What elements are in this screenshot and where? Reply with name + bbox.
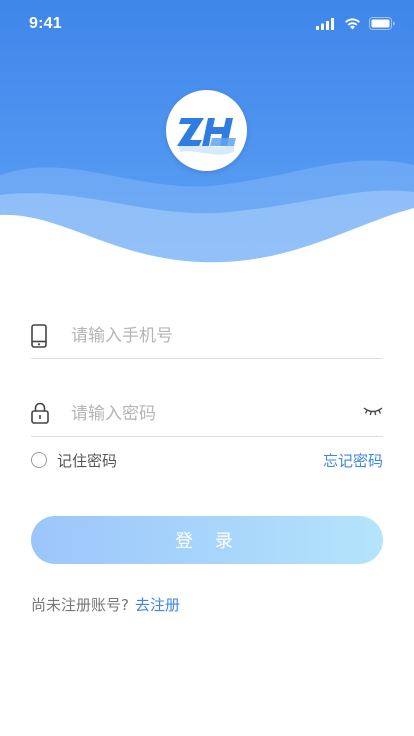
wifi-icon xyxy=(345,17,360,29)
battery-icon xyxy=(369,17,395,30)
remember-label[interactable]: 记住密码 xyxy=(57,450,117,471)
eye-closed-icon[interactable] xyxy=(363,407,383,416)
remember-radio[interactable] xyxy=(31,452,47,468)
password-input[interactable] xyxy=(69,398,363,430)
status-bar: 9:41 xyxy=(0,0,414,50)
register-link[interactable]: 去注册 xyxy=(135,596,180,614)
register-prompt: 尚未注册账号? xyxy=(31,596,129,614)
password-field xyxy=(31,390,383,437)
status-icons xyxy=(316,17,396,30)
phone-field xyxy=(31,312,383,359)
status-time: 9:41 xyxy=(29,15,62,32)
remember-row: 记住密码 忘记密码 xyxy=(31,448,383,474)
phone-input[interactable] xyxy=(69,320,363,352)
phone-icon xyxy=(31,324,47,348)
forgot-password-link[interactable]: 忘记密码 xyxy=(323,450,383,471)
header-banner: 9:41 xyxy=(0,0,414,270)
login-button[interactable]: 登 录 xyxy=(31,516,383,564)
lock-icon xyxy=(31,402,49,424)
zh-logo-icon xyxy=(177,118,236,155)
register-row: 尚未注册账号? 去注册 xyxy=(31,594,180,615)
signal-icon xyxy=(316,17,334,30)
app-logo xyxy=(166,90,247,171)
